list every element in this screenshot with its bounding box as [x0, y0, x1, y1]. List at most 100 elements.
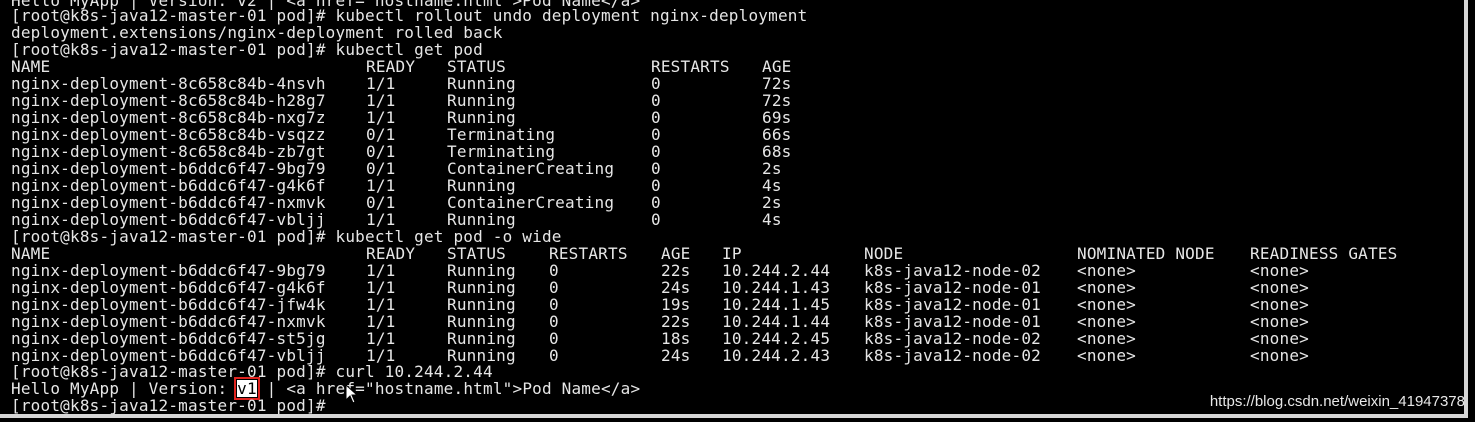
shell-prompt[interactable]: [root@k8s-java12-master-01 pod]#	[11, 397, 335, 414]
pod-wide-table-header-cell: NOMINATED NODE	[1077, 244, 1215, 263]
pod-table-cell: Running	[447, 176, 516, 195]
pod-table-cell: 0	[651, 159, 661, 178]
pod-wide-table-cell: 18s	[661, 329, 691, 348]
pod-wide-table-cell: k8s-java12-node-02	[864, 261, 1041, 280]
pod-wide-table-cell: 0	[549, 346, 559, 365]
pod-wide-table-cell: <none>	[1077, 261, 1136, 280]
pod-wide-table-cell: Running	[447, 261, 516, 280]
pod-table-cell: 0/1	[366, 193, 396, 212]
pod-wide-table-header-cell: READY	[366, 244, 416, 263]
pod-table-cell: Terminating	[447, 142, 556, 161]
pod-table-cell: 0	[651, 91, 661, 110]
pod-wide-table-cell: 1/1	[366, 278, 396, 297]
pod-table-cell: 72s	[762, 74, 792, 93]
pod-wide-table-cell: k8s-java12-node-01	[864, 295, 1041, 314]
pod-table-cell: nginx-deployment-b6ddc6f47-vbljj	[11, 210, 326, 229]
pod-wide-table-cell: nginx-deployment-b6ddc6f47-g4k6f	[11, 278, 326, 297]
pod-wide-table-cell: <none>	[1077, 312, 1136, 331]
pod-table-cell: Running	[447, 210, 516, 229]
pod-wide-table-cell: 0	[549, 312, 559, 331]
pod-wide-table-cell: k8s-java12-node-01	[864, 312, 1041, 331]
pod-table-cell: ContainerCreating	[447, 159, 615, 178]
pod-wide-table-cell: 22s	[661, 312, 691, 331]
pod-table-header-cell: RESTARTS	[651, 57, 730, 76]
pod-wide-table-cell: <none>	[1250, 312, 1309, 331]
terminal-window[interactable]: Hello MyApp | Version: v2 | <a href="hos…	[0, 0, 1468, 418]
pod-wide-table-cell: Running	[447, 278, 516, 297]
pod-table-cell: Running	[447, 91, 516, 110]
pod-wide-table-cell: Running	[447, 312, 516, 331]
pod-wide-table-cell: Running	[447, 329, 516, 348]
pod-table-cell: 0	[651, 176, 661, 195]
pod-wide-table-cell: 1/1	[366, 261, 396, 280]
pod-table-cell: nginx-deployment-8c658c84b-4nsvh	[11, 74, 326, 93]
prompt-text: [root@k8s-java12-master-01 pod]#	[11, 396, 336, 415]
pod-wide-table-cell: 24s	[661, 346, 691, 365]
pod-wide-table-cell: k8s-java12-node-01	[864, 278, 1041, 297]
pod-wide-table-cell: <none>	[1077, 329, 1136, 348]
pod-table-cell: 1/1	[366, 210, 396, 229]
curl-output-line: Hello MyApp | Version: v1 | <a href="hos…	[11, 377, 640, 400]
pod-wide-table-header-cell: STATUS	[447, 244, 506, 263]
pod-wide-table-cell: 10.244.1.44	[722, 312, 831, 331]
watermark-url: https://blog.csdn.net/weixin_41947378	[1209, 393, 1465, 410]
pod-table-cell: 2s	[762, 193, 782, 212]
pod-wide-table-cell: Running	[447, 295, 516, 314]
pod-table-cell: 0/1	[366, 125, 396, 144]
pod-wide-table-cell: 0	[549, 278, 559, 297]
pod-wide-table-cell: 10.244.2.43	[722, 346, 831, 365]
pod-table-cell: nginx-deployment-b6ddc6f47-9bg79	[11, 159, 326, 178]
pod-table-cell: Running	[447, 108, 516, 127]
pod-table-cell: ContainerCreating	[447, 193, 615, 212]
pod-table-cell: nginx-deployment-b6ddc6f47-g4k6f	[11, 176, 326, 195]
pod-wide-table-header-cell: NODE	[864, 244, 904, 263]
pod-wide-table-cell: 10.244.1.45	[722, 295, 831, 314]
pod-table-cell: 72s	[762, 91, 792, 110]
pod-wide-table-cell: <none>	[1250, 346, 1309, 365]
pod-wide-table-cell: 0	[549, 329, 559, 348]
pod-wide-table-cell: 1/1	[366, 295, 396, 314]
command-rollout-undo: [root@k8s-java12-master-01 pod]# kubectl…	[11, 6, 808, 25]
pod-table-cell: 68s	[762, 142, 792, 161]
command-get-pod: [root@k8s-java12-master-01 pod]# kubectl…	[11, 40, 483, 59]
pod-wide-table-cell: 10.244.1.43	[722, 278, 831, 297]
pod-wide-table-cell: <none>	[1077, 346, 1136, 365]
pod-table-cell: 0	[651, 108, 661, 127]
pod-wide-table-cell: nginx-deployment-b6ddc6f47-jfw4k	[11, 295, 326, 314]
command-get-pod-wide: [root@k8s-java12-master-01 pod]# kubectl…	[11, 227, 562, 246]
pod-table-header-cell: STATUS	[447, 57, 506, 76]
pod-table-cell: 1/1	[366, 176, 396, 195]
pod-wide-table-cell: <none>	[1250, 278, 1309, 297]
pod-table-cell: nginx-deployment-8c658c84b-zb7gt	[11, 142, 326, 161]
pod-table-cell: Running	[447, 74, 516, 93]
pod-wide-table-cell: <none>	[1250, 261, 1309, 280]
pod-table-cell: 0/1	[366, 159, 396, 178]
pod-table-cell: 0	[651, 74, 661, 93]
pod-table-cell: 4s	[762, 176, 782, 195]
pod-wide-table-cell: k8s-java12-node-02	[864, 346, 1041, 365]
pod-table-cell: 0/1	[366, 142, 396, 161]
pod-wide-table-cell: nginx-deployment-b6ddc6f47-9bg79	[11, 261, 326, 280]
pod-wide-table-header-cell: NAME	[11, 244, 51, 263]
pod-table-header-cell: NAME	[11, 57, 51, 76]
pod-wide-table-cell: <none>	[1250, 329, 1309, 348]
pod-wide-table-cell: nginx-deployment-b6ddc6f47-nxmvk	[11, 312, 326, 331]
pod-table-cell: 4s	[762, 210, 782, 229]
pod-table-header-cell: READY	[366, 57, 416, 76]
pod-table-cell: nginx-deployment-b6ddc6f47-nxmvk	[11, 193, 326, 212]
pod-wide-table-cell: k8s-java12-node-02	[864, 329, 1041, 348]
pod-table-cell: 0	[651, 210, 661, 229]
pod-wide-table-cell: 24s	[661, 278, 691, 297]
pod-wide-table-cell: <none>	[1077, 295, 1136, 314]
pod-wide-table-header-cell: IP	[722, 244, 742, 263]
pod-wide-table-header-cell: READINESS GATES	[1250, 244, 1398, 263]
pod-wide-table-cell: 0	[549, 295, 559, 314]
pod-table-cell: 2s	[762, 159, 782, 178]
pod-wide-table-cell: 1/1	[366, 312, 396, 331]
version-highlight: v1	[234, 377, 260, 400]
pod-table-cell: 66s	[762, 125, 792, 144]
pod-wide-table-cell: 0	[549, 261, 559, 280]
pod-table-cell: 69s	[762, 108, 792, 127]
pod-table-cell: 0	[651, 142, 661, 161]
pod-wide-table-cell: 10.244.2.44	[722, 261, 831, 280]
